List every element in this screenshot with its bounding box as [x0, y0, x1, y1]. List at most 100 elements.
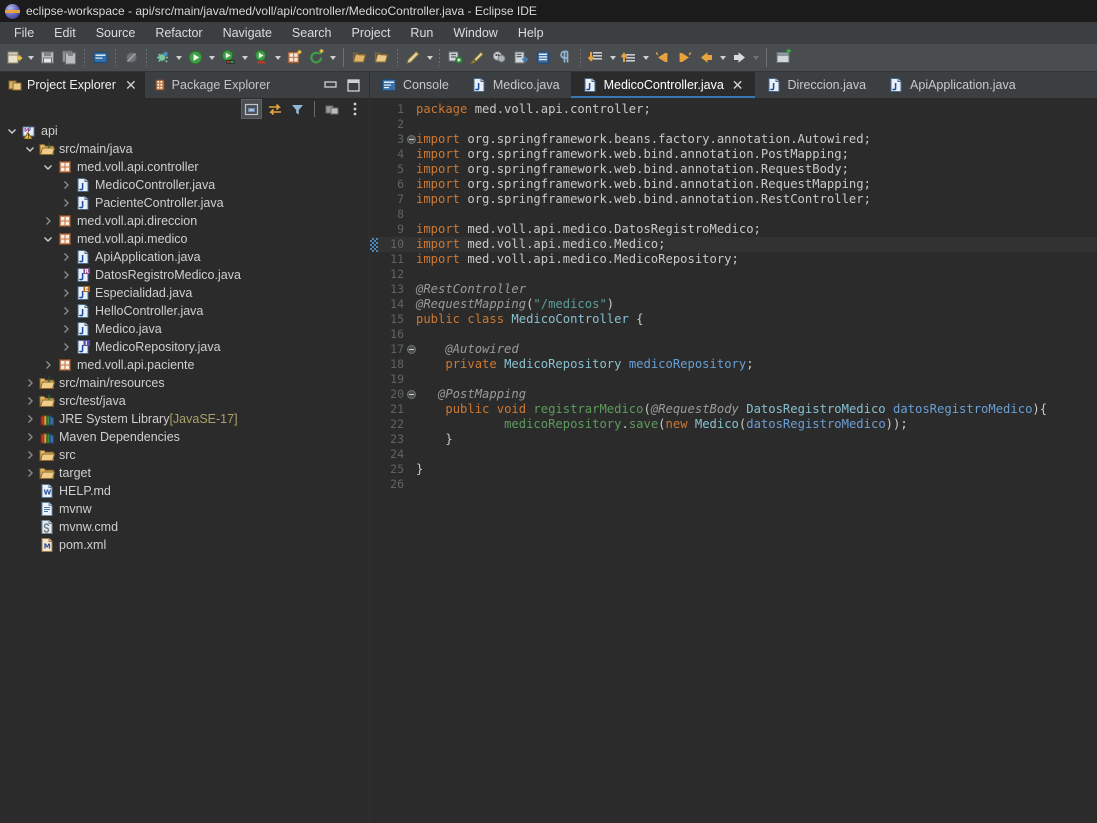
tree-item[interactable]: E Especialidad.java	[0, 284, 369, 302]
link-with-editor-icon[interactable]	[264, 99, 285, 119]
chevron-right-icon[interactable]	[22, 411, 38, 427]
tree-item[interactable]: med.voll.api.direccion	[0, 212, 369, 230]
chevron-right-icon[interactable]	[40, 357, 56, 373]
open-type-button[interactable]	[349, 47, 371, 69]
chevron-right-icon[interactable]	[58, 249, 74, 265]
code-line[interactable]: @RequestMapping("/medicos")	[408, 297, 1097, 312]
code-text[interactable]: package med.voll.api.controller; import …	[408, 98, 1097, 823]
chevron-right-icon[interactable]	[22, 375, 38, 391]
menu-search[interactable]: Search	[282, 24, 342, 42]
tree-item[interactable]: I MedicoRepository.java	[0, 338, 369, 356]
forward-jump-button[interactable]	[673, 47, 695, 69]
menu-edit[interactable]: Edit	[44, 24, 86, 42]
chevron-right-icon[interactable]	[22, 465, 38, 481]
minimize-view-button[interactable]	[324, 79, 337, 92]
chevron-down-icon[interactable]	[40, 159, 56, 175]
code-line[interactable]	[408, 267, 1097, 282]
run-button[interactable]	[184, 47, 206, 69]
menu-navigate[interactable]: Navigate	[213, 24, 282, 42]
filter-icon[interactable]	[287, 99, 308, 119]
forward-button[interactable]	[728, 47, 750, 69]
coverage-button[interactable]	[488, 47, 510, 69]
code-line[interactable]: public void registrarMedico(@RequestBody…	[408, 402, 1097, 417]
code-line[interactable]	[408, 447, 1097, 462]
chevron-down-icon[interactable]	[750, 47, 761, 69]
chevron-down-icon[interactable]	[25, 47, 36, 69]
code-line[interactable]	[408, 372, 1097, 387]
code-line[interactable]: @RestController	[408, 282, 1097, 297]
back-button[interactable]	[695, 47, 717, 69]
chevron-down-icon[interactable]	[272, 47, 283, 69]
tree-item[interactable]: Maven Dependencies	[0, 428, 369, 446]
paragraph-mark-button[interactable]	[554, 47, 576, 69]
collapse-all-icon[interactable]	[241, 99, 262, 119]
editor-tab-medico-java[interactable]: Medico.java	[460, 72, 571, 98]
tree-item[interactable]: mvnw	[0, 500, 369, 518]
code-line[interactable]: import org.springframework.beans.factory…	[408, 132, 1097, 147]
chevron-right-icon[interactable]	[58, 285, 74, 301]
tab-project-explorer[interactable]: Project Explorer ✕	[0, 72, 145, 98]
tree-item[interactable]: R DatosRegistroMedico.java	[0, 266, 369, 284]
menu-window[interactable]: Window	[443, 24, 507, 42]
refresh-button[interactable]	[305, 47, 327, 69]
skip-breakpoints-button[interactable]	[120, 47, 142, 69]
tree-item[interactable]: W HELP.md	[0, 482, 369, 500]
export-button[interactable]	[510, 47, 532, 69]
save-button[interactable]	[36, 47, 58, 69]
save-all-button[interactable]	[58, 47, 80, 69]
menu-source[interactable]: Source	[86, 24, 146, 42]
run-external-tools-button[interactable]	[217, 47, 239, 69]
code-line[interactable]: import org.springframework.web.bind.anno…	[408, 162, 1097, 177]
maximize-view-button[interactable]	[347, 78, 360, 92]
chevron-down-icon[interactable]	[640, 47, 651, 69]
brush-button[interactable]	[466, 47, 488, 69]
code-line[interactable]: public class MedicoController {	[408, 312, 1097, 327]
chevron-down-icon[interactable]	[327, 47, 338, 69]
code-line[interactable]: import org.springframework.web.bind.anno…	[408, 177, 1097, 192]
code-line[interactable]: import med.voll.api.medico.Medico;	[408, 237, 1097, 252]
tree-item[interactable]: Jsrc/test/java	[0, 392, 369, 410]
chevron-down-icon[interactable]	[239, 47, 250, 69]
view-menu-icon[interactable]	[344, 99, 365, 119]
tree-item[interactable]: Jsrc/main/resources	[0, 374, 369, 392]
open-task-button[interactable]	[371, 47, 393, 69]
chevron-right-icon[interactable]	[22, 429, 38, 445]
tree-item[interactable]: PacienteController.java	[0, 194, 369, 212]
code-line[interactable]: import org.springframework.web.bind.anno…	[408, 147, 1097, 162]
console-view-button[interactable]	[89, 47, 111, 69]
chevron-right-icon[interactable]	[58, 339, 74, 355]
chevron-right-icon[interactable]	[22, 447, 38, 463]
tree-item[interactable]: src	[0, 446, 369, 464]
tab-package-explorer[interactable]: Package Explorer	[145, 72, 279, 98]
chevron-down-icon[interactable]	[40, 231, 56, 247]
chevron-right-icon[interactable]	[40, 213, 56, 229]
code-line[interactable]: import med.voll.api.medico.DatosRegistro…	[408, 222, 1097, 237]
code-line[interactable]: }	[408, 462, 1097, 477]
chevron-right-icon[interactable]	[58, 303, 74, 319]
search-next-button[interactable]	[444, 47, 466, 69]
chevron-down-icon[interactable]	[4, 123, 20, 139]
tree-item[interactable]: Medico.java	[0, 320, 369, 338]
chevron-right-icon[interactable]	[22, 393, 38, 409]
menu-run[interactable]: Run	[400, 24, 443, 42]
chevron-down-icon[interactable]	[607, 47, 618, 69]
back-jump-button[interactable]	[651, 47, 673, 69]
code-line[interactable]	[408, 477, 1097, 492]
chevron-right-icon[interactable]	[58, 195, 74, 211]
tree-item[interactable]: HelloController.java	[0, 302, 369, 320]
previous-annotation-button[interactable]	[618, 47, 640, 69]
tree-item[interactable]: med.voll.api.paciente	[0, 356, 369, 374]
new-java-project-button[interactable]	[283, 47, 305, 69]
code-line[interactable]: @Autowired	[408, 342, 1097, 357]
code-line[interactable]: private MedicoRepository medicoRepositor…	[408, 357, 1097, 372]
view-menu-packages-icon[interactable]	[321, 99, 342, 119]
code-line[interactable]: medicoRepository.save(new Medico(datosRe…	[408, 417, 1097, 432]
table-view-button[interactable]	[532, 47, 554, 69]
new-window-button[interactable]	[772, 47, 794, 69]
debug-button[interactable]	[151, 47, 173, 69]
tree-item[interactable]: MedicoController.java	[0, 176, 369, 194]
chevron-down-icon[interactable]	[206, 47, 217, 69]
close-icon[interactable]: ✕	[125, 78, 137, 92]
chevron-right-icon[interactable]	[58, 267, 74, 283]
tree-item[interactable]: med.voll.api.medico	[0, 230, 369, 248]
